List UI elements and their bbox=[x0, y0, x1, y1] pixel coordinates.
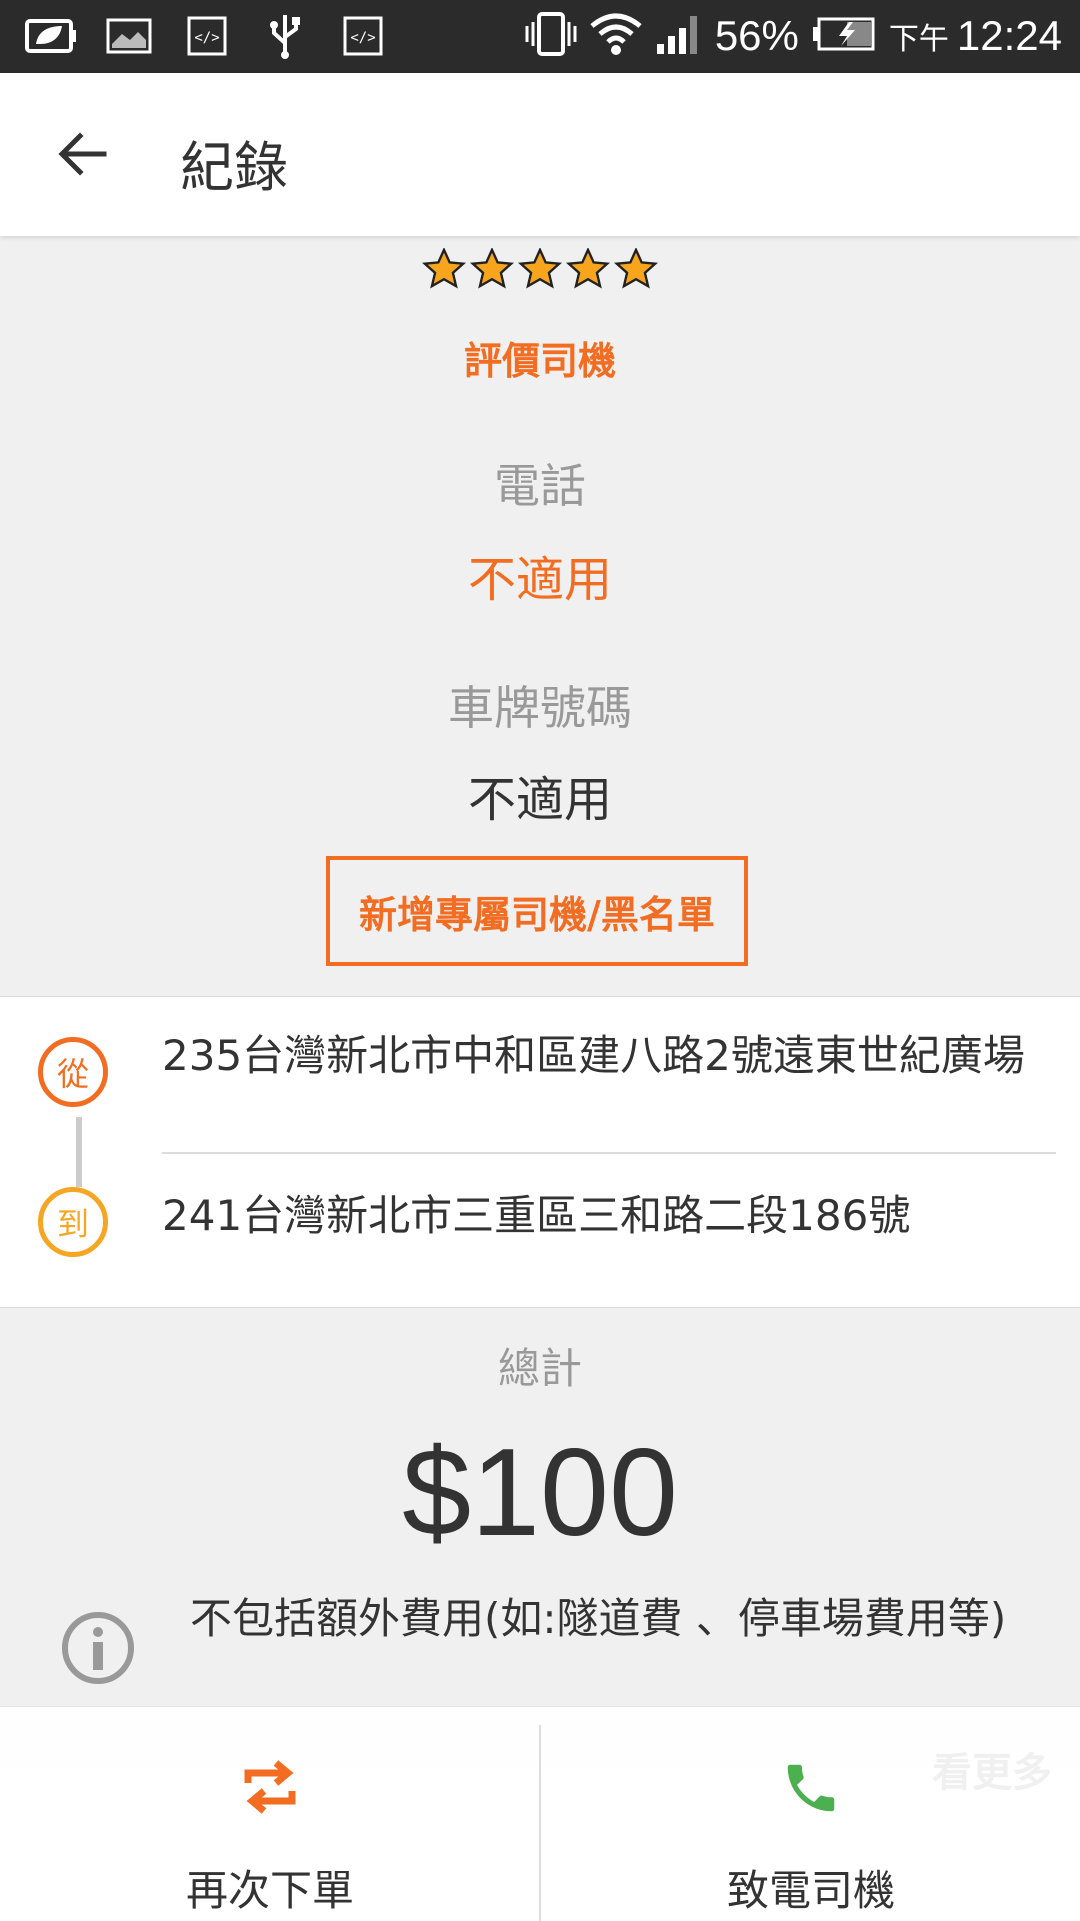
reorder-label: 再次下單 bbox=[185, 1866, 354, 1915]
star-icon bbox=[518, 246, 562, 289]
route-card: 從 235台灣新北市中和區建八路2號遠東世紀廣場 到 241台灣新北市三重區三和… bbox=[0, 996, 1080, 1308]
reorder-button[interactable]: 再次下單 bbox=[0, 1707, 540, 1921]
add-favorite-blacklist-button[interactable]: 新增專屬司機/黑名單 bbox=[326, 856, 748, 966]
image-icon bbox=[100, 10, 158, 62]
plate-value: 不適用 bbox=[467, 772, 612, 828]
star-icon bbox=[614, 246, 658, 289]
bottom-action-bar: 再次下單 致電司機 bbox=[0, 1706, 1080, 1921]
from-address: 235台灣新北市中和區建八路2號遠東世紀廣場 bbox=[162, 1031, 1025, 1080]
back-button[interactable] bbox=[48, 121, 118, 191]
clock: 12:24 bbox=[956, 12, 1062, 59]
to-badge: 到 bbox=[38, 1187, 108, 1257]
see-more-link[interactable]: 看更多 bbox=[932, 1740, 1052, 1798]
call-driver-label: 致電司機 bbox=[726, 1866, 895, 1915]
star-icon bbox=[566, 246, 610, 289]
wifi-icon bbox=[589, 12, 643, 60]
leaf-battery-icon bbox=[22, 10, 80, 62]
star-rating bbox=[0, 246, 1080, 294]
app-bar: 紀錄 bbox=[0, 73, 1080, 236]
page-title: 紀錄 bbox=[180, 136, 288, 199]
plate-label: 車牌號碼 bbox=[448, 681, 632, 735]
phone-icon bbox=[780, 1757, 842, 1823]
code-icon: </> bbox=[178, 10, 236, 62]
star-icon bbox=[470, 246, 514, 289]
status-bar: </> </> 56% 下午 12:24 bbox=[0, 0, 1080, 73]
extra-fee-note: 不包括額外費用(如:隧道費 、停車場費用等) bbox=[190, 1594, 1007, 1643]
repeat-icon bbox=[240, 1757, 300, 1821]
time-period: 下午 bbox=[888, 23, 949, 56]
usb-icon bbox=[256, 10, 314, 62]
info-icon bbox=[60, 1610, 136, 1686]
rate-driver-link[interactable]: 評價司機 bbox=[0, 330, 1080, 385]
total-label: 總計 bbox=[497, 1344, 582, 1393]
route-divider bbox=[162, 1152, 1056, 1154]
vibrate-icon bbox=[525, 12, 577, 60]
signal-icon bbox=[655, 12, 703, 60]
route-connector bbox=[76, 1117, 82, 1187]
to-address: 241台灣新北市三重區三和路二段186號 bbox=[162, 1191, 911, 1240]
from-badge: 從 bbox=[38, 1037, 108, 1107]
star-icon bbox=[422, 246, 466, 289]
total-amount: $100 bbox=[402, 1424, 678, 1562]
code-icon: </> bbox=[334, 10, 392, 62]
phone-value[interactable]: 不適用 bbox=[0, 540, 1080, 610]
phone-label: 電話 bbox=[494, 459, 586, 513]
battery-charging-icon bbox=[811, 16, 877, 56]
svg-text:</>: </> bbox=[350, 30, 375, 46]
svg-text:</>: </> bbox=[194, 30, 219, 46]
back-arrow-icon bbox=[58, 131, 108, 181]
battery-percent: 56% bbox=[714, 12, 799, 59]
